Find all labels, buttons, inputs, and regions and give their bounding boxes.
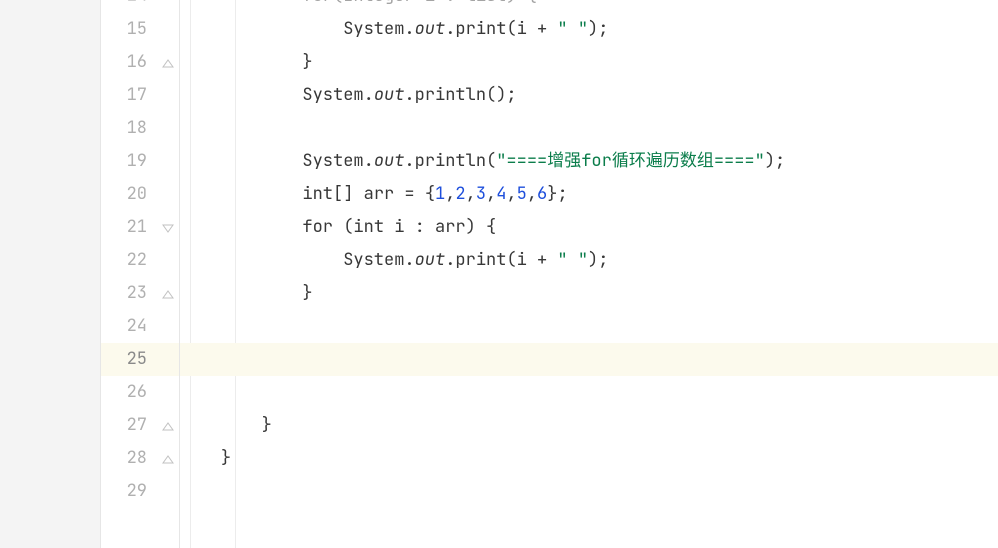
fold-open-icon[interactable]: [161, 221, 175, 235]
code-token: (Integer i : list) {: [333, 0, 537, 7]
line-number[interactable]: 16: [101, 46, 147, 79]
fold-close-icon[interactable]: [161, 56, 175, 70]
code-token: );: [588, 18, 608, 40]
code-token: .println();: [404, 84, 516, 106]
line-number[interactable]: 15: [101, 13, 147, 46]
code-token: " ": [557, 249, 588, 271]
code-token: ,: [445, 183, 455, 205]
line-number[interactable]: 24: [101, 310, 147, 343]
code-token: (: [343, 216, 353, 238]
code-token: 2: [455, 183, 465, 205]
code-token: 1: [435, 183, 445, 205]
code-line[interactable]: }: [180, 442, 998, 475]
code-token: .print(i +: [445, 249, 557, 271]
code-line[interactable]: for (int i : arr) {: [180, 211, 998, 244]
line-number[interactable]: 14: [101, 0, 147, 13]
line-number[interactable]: 20: [101, 178, 147, 211]
code-token: System.: [343, 18, 414, 40]
code-token: int: [353, 216, 384, 238]
code-token: .println(: [404, 150, 496, 172]
code-line[interactable]: }: [180, 46, 998, 79]
code-token: for: [302, 216, 343, 238]
line-number[interactable]: 23: [101, 277, 147, 310]
code-token: 4: [496, 183, 506, 205]
code-token: 6: [537, 183, 547, 205]
code-token: " ": [557, 18, 588, 40]
code-token: }: [302, 282, 312, 304]
code-line[interactable]: [180, 475, 998, 508]
code-line[interactable]: for(Integer i : list) {: [180, 0, 998, 13]
code-line[interactable]: }: [180, 409, 998, 442]
code-token: out: [415, 18, 446, 40]
gutter[interactable]: 14151617181920212223242526272829: [101, 0, 180, 548]
line-number[interactable]: 29: [101, 475, 147, 508]
line-number[interactable]: 26: [101, 376, 147, 409]
code-token: .print(i +: [445, 18, 557, 40]
code-token: System.: [302, 84, 373, 106]
code-line[interactable]: System.out.print(i + " ");: [180, 244, 998, 277]
code-token: }: [221, 447, 231, 469]
code-token: ,: [506, 183, 516, 205]
code-token: int: [302, 183, 333, 205]
code-token: out: [374, 84, 405, 106]
code-line[interactable]: int[] arr = {1,2,3,4,5,6};: [180, 178, 998, 211]
code-token: "====增强for循环遍历数组====": [496, 150, 765, 172]
line-number[interactable]: 19: [101, 145, 147, 178]
code-token: ,: [527, 183, 537, 205]
code-token: 3: [476, 183, 486, 205]
code-token: }: [302, 51, 312, 73]
code-area[interactable]: for(Integer i : list) { System.out.print…: [180, 0, 998, 548]
code-token: ,: [486, 183, 496, 205]
code-line[interactable]: [180, 310, 998, 343]
line-number[interactable]: 28: [101, 442, 147, 475]
left-margin: [0, 0, 101, 548]
code-token: ,: [466, 183, 476, 205]
line-number[interactable]: 21: [101, 211, 147, 244]
code-line[interactable]: System.out.println("====增强for循环遍历数组===="…: [180, 145, 998, 178]
code-token: System.: [302, 150, 373, 172]
line-number[interactable]: 22: [101, 244, 147, 277]
fold-close-icon[interactable]: [161, 287, 175, 301]
code-token: };: [547, 183, 567, 205]
code-line[interactable]: [180, 112, 998, 145]
code-line[interactable]: System.out.print(i + " ");: [180, 13, 998, 46]
code-editor[interactable]: 14151617181920212223242526272829 for(Int…: [0, 0, 998, 548]
fold-close-icon[interactable]: [161, 452, 175, 466]
code-line[interactable]: [180, 343, 998, 376]
code-line[interactable]: }: [180, 277, 998, 310]
code-token: i : arr) {: [384, 216, 496, 238]
fold-close-icon[interactable]: [161, 419, 175, 433]
code-token: );: [765, 150, 785, 172]
line-number[interactable]: 25: [101, 343, 147, 376]
code-token: out: [374, 150, 405, 172]
code-token: [] arr = {: [333, 183, 435, 205]
code-token: );: [588, 249, 608, 271]
code-line[interactable]: [180, 376, 998, 409]
code-line[interactable]: System.out.println();: [180, 79, 998, 112]
line-number[interactable]: 17: [101, 79, 147, 112]
code-token: 5: [517, 183, 527, 205]
code-token: System.: [343, 249, 414, 271]
code-token: }: [262, 414, 272, 436]
line-number[interactable]: 18: [101, 112, 147, 145]
code-token: out: [415, 249, 446, 271]
line-number[interactable]: 27: [101, 409, 147, 442]
code-token: for: [302, 0, 333, 7]
